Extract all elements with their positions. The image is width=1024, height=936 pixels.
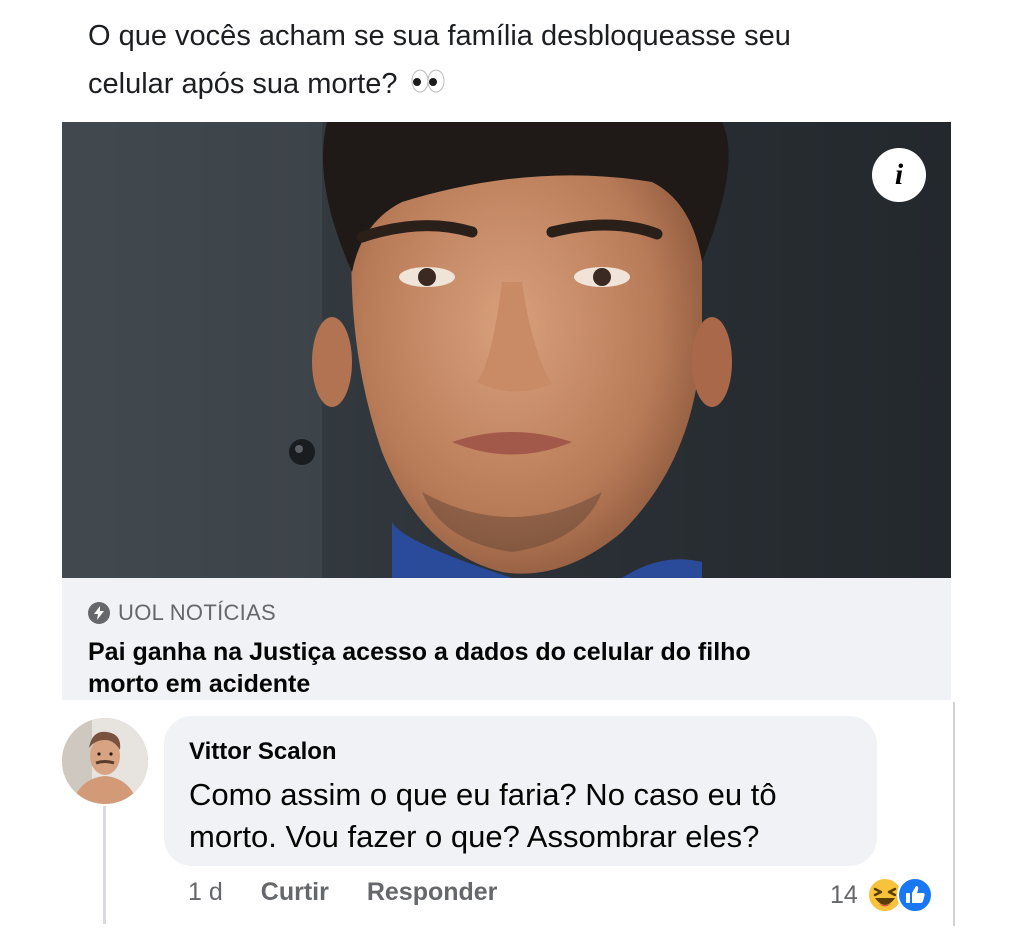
comment-timestamp[interactable]: 1 d [188,878,223,907]
info-icon[interactable]: i [872,148,926,202]
article-photo[interactable]: i [62,122,951,578]
comment-author-name[interactable]: Vittor Scalon [189,738,337,766]
link-preview-card[interactable]: i UOL NOTÍCIAS Pai ganha na Justiça aces… [62,122,951,700]
article-headline[interactable]: Pai ganha na Justiça acesso a dados do c… [88,636,931,700]
comment-text-line2: morto. Vou fazer o que? Assombrar eles? [189,819,760,854]
lightning-bolt-icon [88,602,110,624]
reply-button[interactable]: Responder [367,878,498,907]
card-meta: UOL NOTÍCIAS Pai ganha na Justiça acesso… [88,600,931,700]
avatar[interactable] [62,718,148,804]
post-text-line2-wrap: celular após sua morte? [88,60,948,109]
like-icon [896,877,933,913]
like-button[interactable]: Curtir [261,878,329,907]
reaction-count: 14 [830,880,858,909]
divider-line [953,702,955,926]
comment-bubble: Vittor Scalon Como assim o que eu faria?… [164,716,877,866]
avatar-photo-icon [62,718,148,804]
source-row: UOL NOTÍCIAS [88,600,931,626]
eyes-emoji-icon [410,61,446,109]
portrait-image [62,122,951,578]
post-text-line1: O que vocês acham se sua família desbloq… [88,20,791,52]
headline-line1: Pai ganha na Justiça acesso a dados do c… [88,638,751,666]
comment-thread-line [103,806,106,924]
comment-text-line1: Como assim o que eu faria? No caso eu tô [189,777,777,812]
comment-actions: 1 d Curtir Responder [188,878,535,907]
headline-line2: morto em acidente [88,670,311,698]
post-text: O que vocês acham se sua família desbloq… [88,12,948,109]
comment-text: Como assim o que eu faria? No caso eu tô… [189,774,859,858]
source-name: UOL NOTÍCIAS [118,600,277,625]
post-text-line2: celular após sua morte? [88,68,398,100]
reaction-summary[interactable]: 14 [830,876,934,914]
reaction-icons [866,876,934,914]
